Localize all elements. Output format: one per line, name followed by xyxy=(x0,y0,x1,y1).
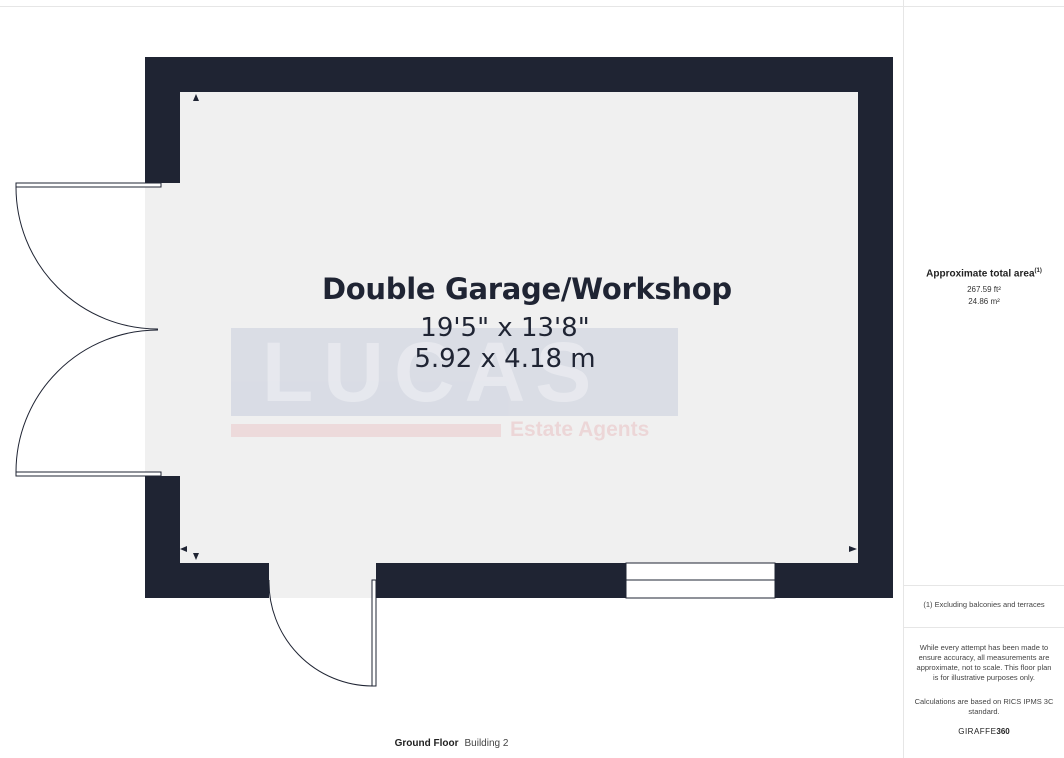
wall-bottom-right xyxy=(775,563,893,598)
area-note-marker: (1) xyxy=(1034,268,1042,274)
wall-right xyxy=(858,57,893,598)
sidebar-separator-2 xyxy=(904,627,1064,628)
floor-label: Ground Floor Building 2 xyxy=(0,738,903,749)
building-name: Building 2 xyxy=(464,738,509,749)
floor-name: Ground Floor xyxy=(394,738,459,749)
area-sqft: 267.59 ft² xyxy=(967,285,1001,295)
giraffe-logo: GIRAFFE360 xyxy=(904,727,1064,736)
sidebar-divider xyxy=(903,0,904,758)
wall-bottom-left xyxy=(145,563,269,598)
area-title: Approximate total area(1) xyxy=(926,268,1042,280)
wall-top xyxy=(145,57,893,92)
area-sqm: 24.86 m² xyxy=(968,297,1000,307)
wall-left-upper xyxy=(145,57,180,183)
room-name: Double Garage/Workshop xyxy=(322,272,732,306)
brand-suffix: 360 xyxy=(996,727,1010,736)
area-summary: Approximate total area(1) 267.59 ft² 24.… xyxy=(904,268,1064,306)
window-bottom xyxy=(625,562,776,599)
disclaimer-text: While every attempt has been made to ens… xyxy=(916,643,1052,682)
brand-name: GIRAFFE xyxy=(958,727,997,736)
calculations-text: Calculations are based on RICS IPMS 3C s… xyxy=(914,697,1054,716)
wall-bottom-middle xyxy=(376,563,626,598)
watermark-sub: Estate Agents xyxy=(510,418,650,441)
double-door-left xyxy=(15,182,162,477)
excluding-note: (1) Excluding balconies and terraces xyxy=(923,600,1045,609)
room-dimensions-metric: 5.92 x 4.18 m xyxy=(414,344,596,374)
sidebar-separator-1 xyxy=(904,585,1064,586)
room-dimensions-imperial: 19'5" x 13'8" xyxy=(420,313,590,343)
watermark-red-bar xyxy=(231,424,501,437)
